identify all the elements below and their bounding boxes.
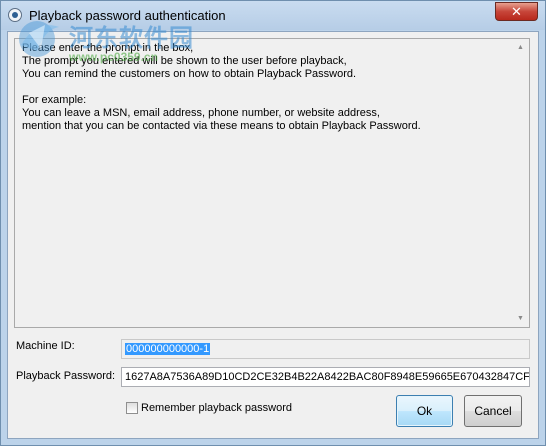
ok-button[interactable]: Ok xyxy=(396,395,453,427)
remember-password-checkbox[interactable] xyxy=(126,402,138,414)
dialog-body: Please enter the prompt in the box, The … xyxy=(7,31,539,439)
machine-id-value: 000000000000-1 xyxy=(125,343,211,355)
dialog-window: Playback password authentication ✕ Pleas… xyxy=(0,0,546,446)
close-button[interactable]: ✕ xyxy=(495,2,538,21)
window-title: Playback password authentication xyxy=(29,8,226,23)
machine-id-label: Machine ID: xyxy=(16,340,75,352)
playback-password-field[interactable]: 1627A8A7536A89D10CD2CE32B4B22A8422BAC80F… xyxy=(121,367,530,387)
scroll-up-arrow-icon[interactable]: ▲ xyxy=(512,39,529,56)
scroll-down-arrow-icon[interactable]: ▼ xyxy=(512,310,529,327)
app-icon xyxy=(8,8,22,22)
cancel-button[interactable]: Cancel xyxy=(464,395,522,427)
machine-id-field[interactable]: 000000000000-1 xyxy=(121,339,530,359)
playback-password-value: 1627A8A7536A89D10CD2CE32B4B22A8422BAC80F… xyxy=(125,371,530,383)
prompt-textarea[interactable]: Please enter the prompt in the box, The … xyxy=(14,38,530,328)
remember-password-label[interactable]: Remember playback password xyxy=(141,402,292,414)
vertical-scrollbar[interactable]: ▲ ▼ xyxy=(512,39,529,327)
title-bar[interactable]: Playback password authentication ✕ xyxy=(1,1,545,30)
prompt-text: Please enter the prompt in the box, The … xyxy=(22,42,421,132)
playback-password-label: Playback Password: xyxy=(16,370,116,382)
